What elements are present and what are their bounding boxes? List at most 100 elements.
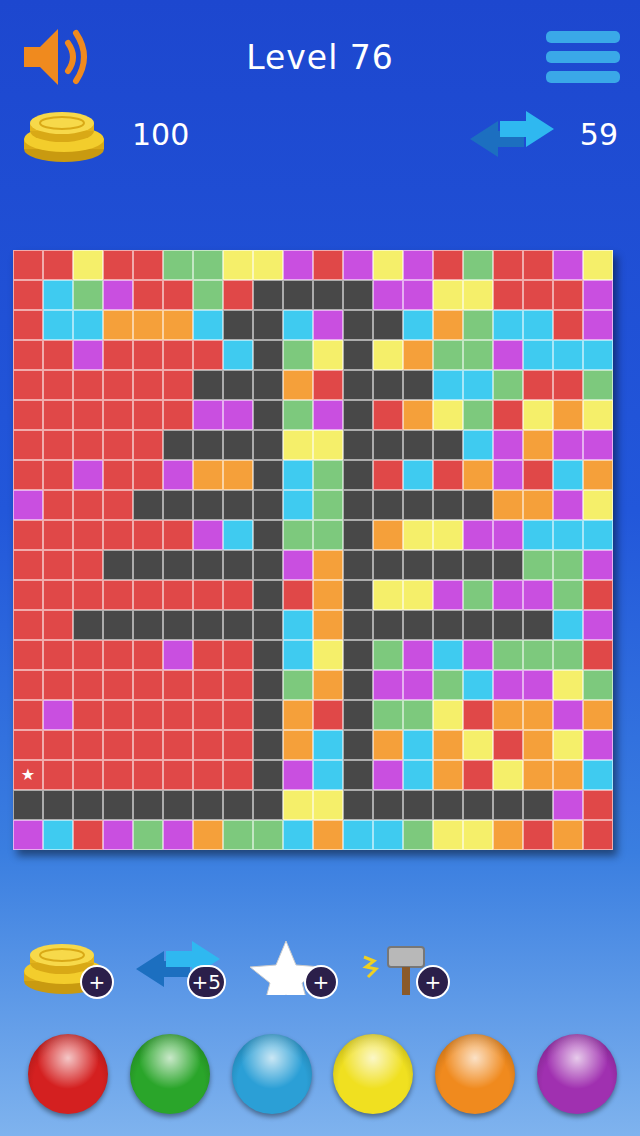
- board-cell: [253, 580, 283, 610]
- booster-button[interactable]: +: [358, 931, 448, 1001]
- board-cell: [313, 610, 343, 640]
- board-cell: [343, 430, 373, 460]
- color-button[interactable]: [130, 1034, 210, 1114]
- board-cell: [43, 670, 73, 700]
- color-button[interactable]: [28, 1034, 108, 1114]
- sound-icon[interactable]: [18, 21, 96, 93]
- board-cell: [523, 460, 553, 490]
- board-cell: [553, 700, 583, 730]
- board-cell: [493, 790, 523, 820]
- board-cell: [463, 370, 493, 400]
- board-cell: [103, 730, 133, 760]
- board-cell: [313, 280, 343, 310]
- board-cell: [73, 730, 103, 760]
- board-cell: [493, 640, 523, 670]
- board-cell: [493, 340, 523, 370]
- board-cell: [73, 520, 103, 550]
- board-cell: [283, 610, 313, 640]
- board-cell: [103, 460, 133, 490]
- board-cell: [523, 340, 553, 370]
- board-cell: [553, 490, 583, 520]
- board-cell: [253, 310, 283, 340]
- board-cell: [403, 670, 433, 700]
- board-cell: [103, 490, 133, 520]
- board-cell: [103, 250, 133, 280]
- board-cell: [223, 790, 253, 820]
- board-cell: [163, 280, 193, 310]
- board-cell: [43, 580, 73, 610]
- board-cell: [43, 550, 73, 580]
- board-cell: [523, 730, 553, 760]
- booster-button[interactable]: +5: [134, 931, 224, 1001]
- board-cell: [283, 430, 313, 460]
- board-cell: [433, 790, 463, 820]
- board-cell: [373, 610, 403, 640]
- board-cell: [343, 250, 373, 280]
- board-cell: [163, 820, 193, 850]
- board-cell: [553, 460, 583, 490]
- board-cell: [283, 280, 313, 310]
- board-cell: [523, 310, 553, 340]
- board-cell: [283, 580, 313, 610]
- board-cell: [403, 250, 433, 280]
- color-button[interactable]: [232, 1034, 312, 1114]
- menu-icon[interactable]: [544, 29, 622, 85]
- board-cell: [73, 340, 103, 370]
- board-cell: [73, 610, 103, 640]
- board-cell: [553, 790, 583, 820]
- board-cell: [433, 370, 463, 400]
- board-cell: [343, 730, 373, 760]
- board-cell: [403, 460, 433, 490]
- color-button[interactable]: [537, 1034, 617, 1114]
- board-cell: [43, 640, 73, 670]
- board-cell: [403, 640, 433, 670]
- board-cell: [583, 520, 613, 550]
- board-cell: [283, 730, 313, 760]
- board-cell: [313, 580, 343, 610]
- board-cell: [493, 310, 523, 340]
- color-button[interactable]: [435, 1034, 515, 1114]
- board-cell: [583, 700, 613, 730]
- board-cell: [223, 520, 253, 550]
- board-cell: [133, 250, 163, 280]
- board-cell: [193, 640, 223, 670]
- board-cell: [553, 520, 583, 550]
- board-cell: [403, 730, 433, 760]
- board-cell: [163, 610, 193, 640]
- board-cell: [403, 700, 433, 730]
- board-cell: [163, 580, 193, 610]
- board-cell: [553, 580, 583, 610]
- board-grid: ★: [13, 250, 613, 850]
- board-cell: [583, 310, 613, 340]
- board-cell: [553, 340, 583, 370]
- board-cell: [343, 700, 373, 730]
- board-cell: [103, 670, 133, 700]
- board-cell: [253, 370, 283, 400]
- booster-button[interactable]: +: [246, 931, 336, 1001]
- board-cell: [343, 280, 373, 310]
- booster-button[interactable]: +: [22, 931, 112, 1001]
- board-cell: [223, 250, 253, 280]
- board-cell: [403, 760, 433, 790]
- board-cell: [133, 310, 163, 340]
- board-cell: [523, 370, 553, 400]
- board-cell: [523, 700, 553, 730]
- board-cell: [193, 520, 223, 550]
- board-cell: [463, 790, 493, 820]
- board-cell: [463, 730, 493, 760]
- board-cell: [373, 310, 403, 340]
- board-cell: [13, 700, 43, 730]
- board-cell: [553, 760, 583, 790]
- board-cell: [373, 820, 403, 850]
- board-cell: [43, 790, 73, 820]
- board-cell: [433, 460, 463, 490]
- board-cell: [343, 580, 373, 610]
- board-cell: [253, 490, 283, 520]
- board-cell: [43, 460, 73, 490]
- board-cell: [73, 400, 103, 430]
- board-cell: [313, 730, 343, 760]
- board-cell: [373, 700, 403, 730]
- board-cell: [133, 700, 163, 730]
- board-cell: [163, 460, 193, 490]
- color-button[interactable]: [333, 1034, 413, 1114]
